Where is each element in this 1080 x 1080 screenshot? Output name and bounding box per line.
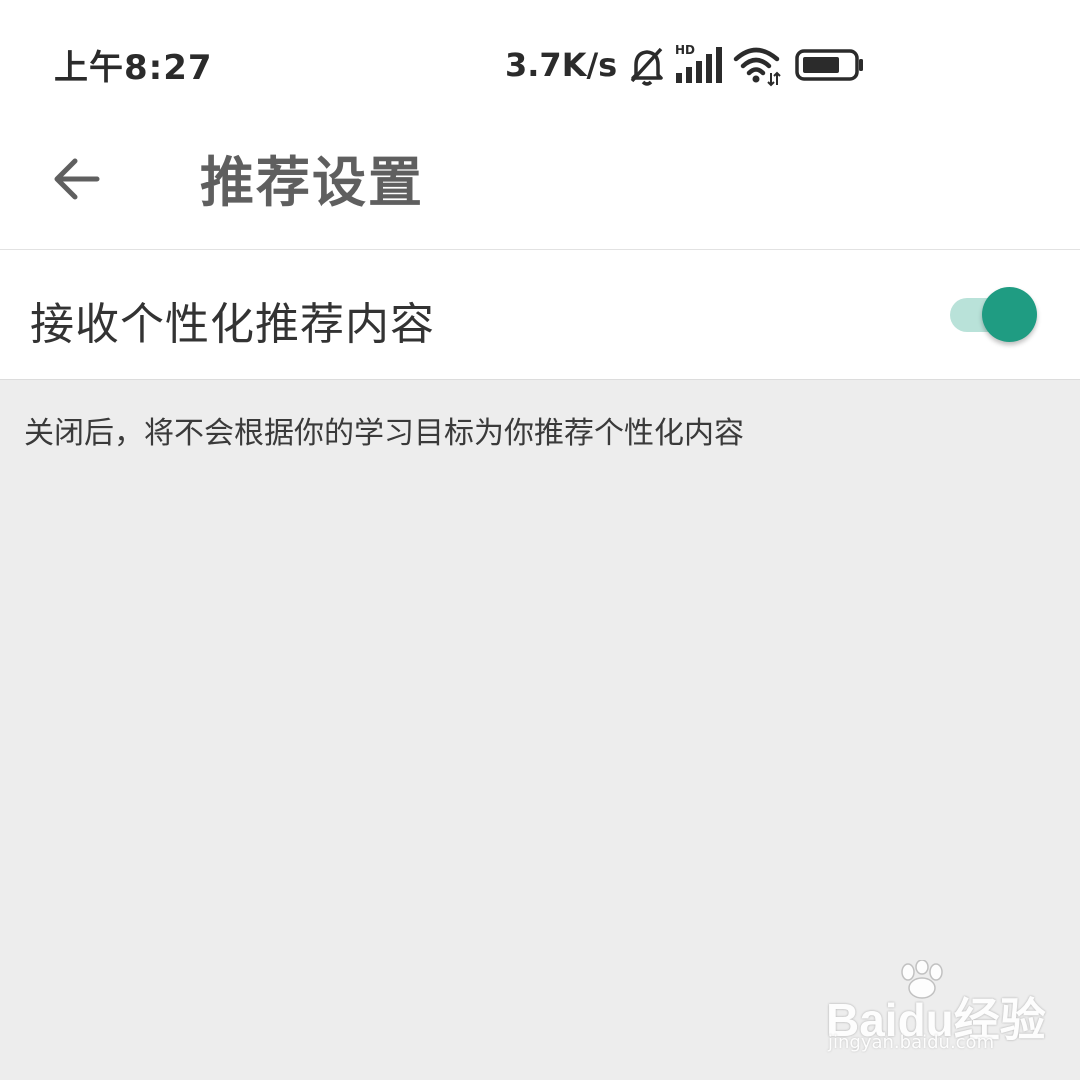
setting-row-personalized-recommendation[interactable]: 接收个性化推荐内容 bbox=[0, 250, 1080, 380]
status-icons: 3.7K/s HD bbox=[505, 40, 865, 90]
status-bar: 上午8:27 3.7K/s HD bbox=[0, 0, 1080, 120]
signal-hd-icon: HD bbox=[675, 43, 723, 83]
page-title: 推荐设置 bbox=[200, 151, 424, 214]
svg-text:HD: HD bbox=[675, 43, 695, 57]
battery-icon bbox=[795, 49, 864, 81]
net-speed: 3.7K/s bbox=[505, 46, 618, 84]
setting-label: 接收个性化推荐内容 bbox=[30, 299, 435, 350]
toggle-thumb bbox=[982, 287, 1037, 342]
arrow-left-icon bbox=[54, 158, 100, 200]
app-bar: 推荐设置 bbox=[0, 120, 1080, 250]
watermark-url: jingyan.baidu.com bbox=[828, 1032, 995, 1053]
screen: 上午8:27 3.7K/s HD 推荐设置 接收个性化推荐内容 关闭后，将不会根… bbox=[0, 0, 1080, 1080]
bell-off-icon bbox=[630, 47, 663, 86]
baidu-jingyan-watermark: Baidu经验 jingyan.baidu.com bbox=[826, 960, 1046, 1060]
status-time: 上午8:27 bbox=[54, 48, 213, 88]
setting-description: 关闭后，将不会根据你的学习目标为你推荐个性化内容 bbox=[24, 416, 744, 451]
back-button[interactable] bbox=[40, 142, 114, 216]
wifi-icon bbox=[733, 47, 781, 87]
personalized-recommendation-toggle[interactable] bbox=[948, 286, 1040, 344]
